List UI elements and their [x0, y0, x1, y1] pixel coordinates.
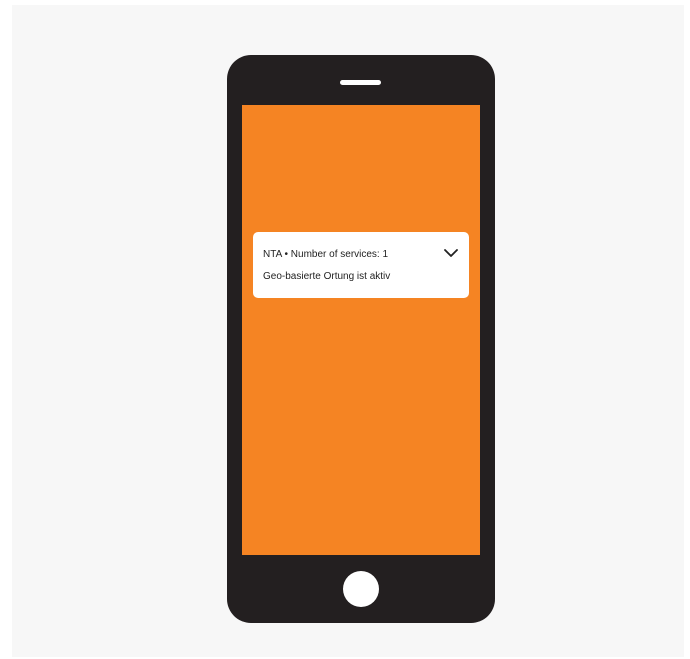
notification-app-name: NTA [263, 249, 282, 260]
notification-separator: • [284, 249, 289, 260]
notification-summary: Number of services: 1 [290, 249, 389, 260]
page-background: NTA • Number of services: 1 Geo-basierte… [12, 5, 684, 657]
phone-screen: NTA • Number of services: 1 Geo-basierte… [242, 105, 480, 555]
phone-device: NTA • Number of services: 1 Geo-basierte… [227, 55, 495, 623]
notification-card[interactable]: NTA • Number of services: 1 Geo-basierte… [253, 232, 469, 298]
home-button[interactable] [343, 571, 379, 607]
chevron-down-icon[interactable] [443, 246, 459, 258]
speaker-slot [340, 80, 381, 85]
notification-header: NTA • Number of services: 1 [263, 249, 388, 261]
notification-body: Geo-basierte Ortung ist aktiv [263, 271, 391, 282]
